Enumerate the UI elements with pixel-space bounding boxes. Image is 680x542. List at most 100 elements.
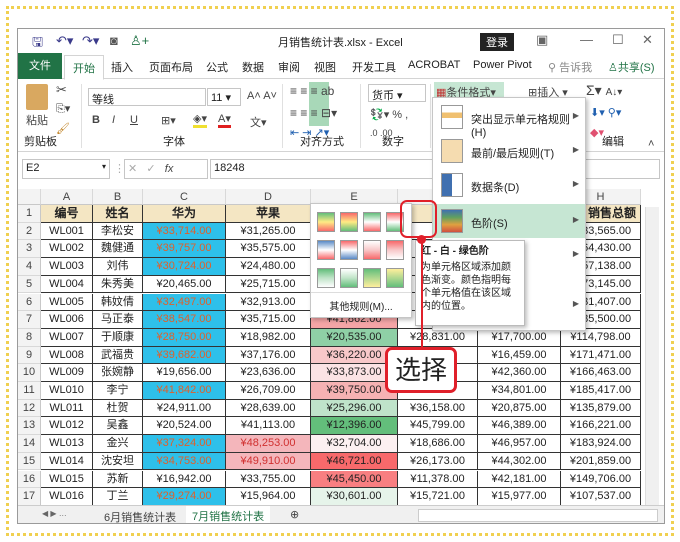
table-cell[interactable]: ¥45,799.00 — [398, 417, 478, 436]
table-cell[interactable]: ¥25,715.00 — [226, 275, 311, 294]
table-cell[interactable]: ¥32,913.00 — [226, 293, 311, 312]
table-cell[interactable]: ¥114,798.00 — [561, 328, 641, 347]
table-cell[interactable]: ¥20,875.00 — [478, 399, 561, 418]
table-cell[interactable]: 武福贵 — [93, 346, 143, 365]
tab-home[interactable]: 开始 — [64, 55, 104, 80]
table-cell[interactable]: ¥183,924.00 — [561, 435, 641, 453]
color-scale-option-icon[interactable] — [317, 240, 335, 260]
copy-icon[interactable]: ⎘▾ — [56, 102, 70, 116]
collapse-ribbon-icon[interactable]: ˄ — [648, 138, 654, 150]
table-cell[interactable]: WL001 — [41, 222, 93, 241]
table-cell[interactable]: WL005 — [41, 293, 93, 312]
table-cell[interactable]: ¥33,714.00 — [143, 222, 226, 241]
color-scale-option-icon[interactable] — [317, 212, 335, 232]
align-top-icon[interactable]: ≡ ≡ ≡ ab — [290, 84, 334, 98]
menu-item-color-scales[interactable]: 色阶(S) ▶ — [433, 204, 585, 238]
vertical-scrollbar[interactable] — [645, 207, 659, 505]
select-all-corner[interactable] — [18, 189, 41, 205]
table-cell[interactable]: ¥41,842.00 — [143, 382, 226, 400]
row-header[interactable]: 8 — [18, 328, 41, 347]
table-cell[interactable]: 刘伟 — [93, 258, 143, 276]
sheet-prev-icon[interactable]: ◀ ▶ … — [42, 509, 67, 518]
sheet-tab-june[interactable]: 6月销售统计表 — [104, 509, 176, 523]
color-scale-option-icon[interactable] — [340, 268, 358, 288]
table-cell[interactable]: ¥166,463.00 — [561, 364, 641, 382]
table-cell[interactable]: ¥42,360.00 — [478, 364, 561, 382]
color-scale-option-icon[interactable] — [363, 240, 381, 260]
table-cell[interactable]: ¥42,181.00 — [478, 470, 561, 489]
menu-item-highlight-rules[interactable]: 突出显示单元格规则(H) ▶ — [433, 100, 585, 139]
table-cell[interactable]: WL008 — [41, 346, 93, 365]
column-header-A[interactable]: A — [41, 189, 93, 205]
table-cell[interactable]: ¥28,639.00 — [226, 399, 311, 418]
font-size-select[interactable]: 11 ▾ — [207, 88, 241, 106]
table-cell[interactable]: ¥33,755.00 — [226, 470, 311, 489]
table-cell[interactable]: 朱秀美 — [93, 275, 143, 294]
underline-button[interactable]: U — [130, 114, 138, 126]
table-cell[interactable]: ¥34,753.00 — [143, 452, 226, 471]
table-cell[interactable]: 杜贺 — [93, 399, 143, 418]
table-cell[interactable]: ¥28,831.00 — [398, 328, 478, 347]
row-header[interactable]: 11 — [18, 382, 41, 400]
table-cell[interactable]: ¥26,709.00 — [226, 382, 311, 400]
color-scale-option-icon[interactable] — [340, 240, 358, 260]
table-cell[interactable]: ¥18,982.00 — [226, 328, 311, 347]
function-icon[interactable]: fx — [165, 163, 174, 175]
table-cell[interactable]: ¥23,636.00 — [226, 364, 311, 382]
table-cell[interactable]: 苏新 — [93, 470, 143, 489]
table-cell[interactable]: ¥39,682.00 — [143, 346, 226, 365]
accounting-icon[interactable]: 💱▾ % , — [370, 108, 408, 121]
font-name-select[interactable]: 等线 — [88, 88, 206, 106]
menu-item-data-bars[interactable]: 数据条(D) ▶ — [433, 168, 585, 202]
cancel-icon[interactable]: ✕ — [128, 163, 137, 175]
table-cell[interactable]: 马正泰 — [93, 311, 143, 329]
column-title[interactable]: 华为 — [143, 205, 226, 223]
table-cell[interactable]: ¥30,724.00 — [143, 258, 226, 276]
table-cell[interactable]: ¥37,176.00 — [226, 346, 311, 365]
more-rules-button[interactable]: 其他规则(M)... — [311, 292, 411, 313]
percent-button[interactable]: % — [392, 109, 402, 121]
table-cell[interactable]: ¥37,324.00 — [143, 435, 226, 453]
tell-me-search[interactable]: ⚲ 告诉我 — [548, 59, 592, 75]
table-cell[interactable]: ¥24,911.00 — [143, 399, 226, 418]
table-cell[interactable]: ¥38,547.00 — [143, 311, 226, 329]
table-cell[interactable]: ¥25,296.00 — [311, 399, 398, 418]
font-color-icon[interactable]: A▾ — [218, 112, 231, 128]
table-cell[interactable]: ¥15,964.00 — [226, 488, 311, 506]
table-cell[interactable]: ¥18,686.00 — [398, 435, 478, 453]
tab-data[interactable]: 数据 — [242, 59, 264, 75]
table-cell[interactable]: ¥171,471.00 — [561, 346, 641, 365]
table-cell[interactable]: 李宁 — [93, 382, 143, 400]
table-cell[interactable]: 丁兰 — [93, 488, 143, 506]
autosum-icon[interactable]: Σ▾ A↓▾ — [586, 82, 622, 99]
table-cell[interactable]: WL011 — [41, 399, 93, 418]
table-cell[interactable]: ¥30,601.00 — [311, 488, 398, 506]
table-cell[interactable]: ¥16,942.00 — [143, 470, 226, 489]
tab-power-pivot[interactable]: Power Pivot — [473, 59, 532, 71]
row-header[interactable]: 4 — [18, 258, 41, 276]
table-cell[interactable]: ¥20,535.00 — [311, 328, 398, 347]
row-header[interactable]: 1 — [18, 205, 41, 223]
table-cell[interactable]: WL009 — [41, 364, 93, 382]
table-cell[interactable]: WL003 — [41, 258, 93, 276]
table-cell[interactable]: WL002 — [41, 240, 93, 259]
column-title[interactable]: 编号 — [41, 205, 93, 223]
table-cell[interactable]: ¥32,704.00 — [311, 435, 398, 453]
row-header[interactable]: 5 — [18, 275, 41, 294]
menu-item-top-bottom-rules[interactable]: 最前/最后规则(T) ▶ — [433, 134, 585, 168]
table-cell[interactable]: 张婉静 — [93, 364, 143, 382]
table-cell[interactable]: ¥107,537.00 — [561, 488, 641, 506]
italic-button[interactable]: I — [112, 114, 115, 126]
color-scale-option-icon[interactable] — [386, 240, 404, 260]
table-cell[interactable]: ¥41,113.00 — [226, 417, 311, 436]
login-button[interactable]: 登录 — [480, 33, 514, 51]
tab-page-layout[interactable]: 页面布局 — [149, 59, 193, 75]
fill-color-icon[interactable]: ◈▾ — [193, 112, 207, 128]
color-scale-option-icon[interactable] — [363, 212, 381, 232]
column-title[interactable]: 姓名 — [93, 205, 143, 223]
maximize-button[interactable]: ☐ — [612, 32, 624, 48]
cut-icon[interactable]: ✂ — [56, 82, 67, 98]
color-scale-option-icon[interactable] — [363, 268, 381, 288]
table-cell[interactable]: ¥16,459.00 — [478, 346, 561, 365]
column-header-B[interactable]: B — [93, 189, 143, 205]
